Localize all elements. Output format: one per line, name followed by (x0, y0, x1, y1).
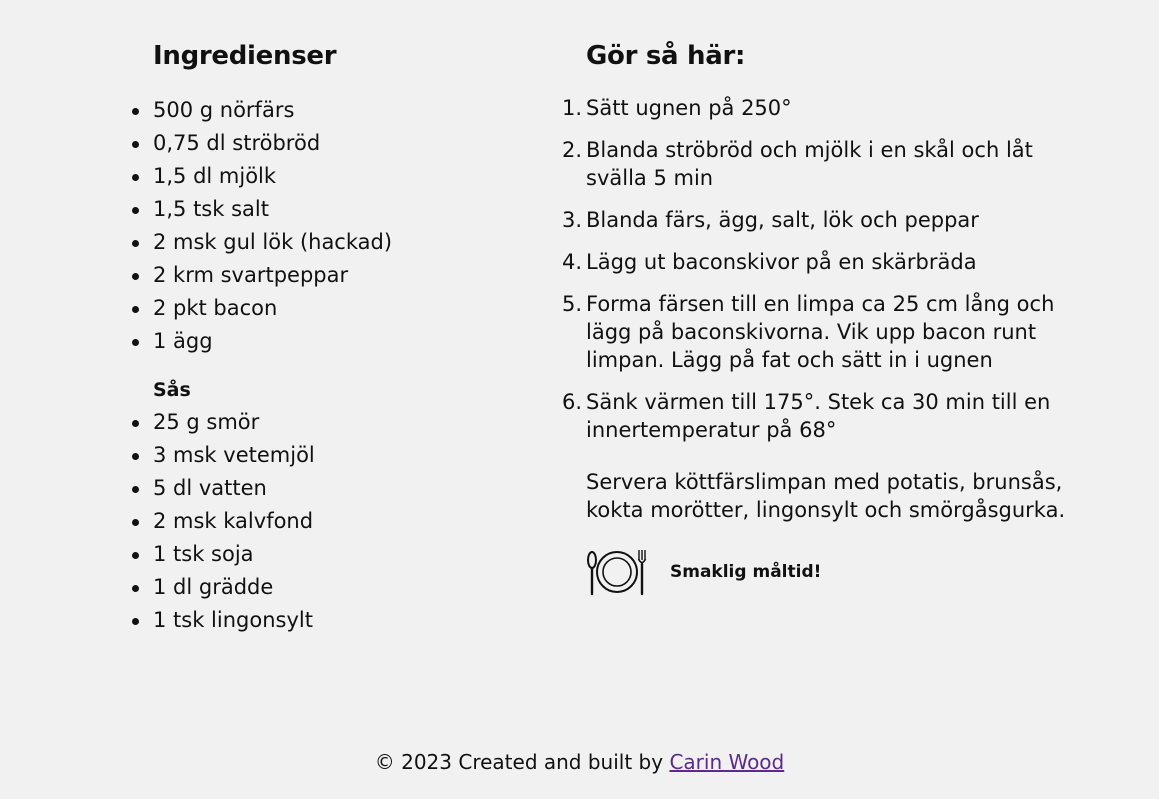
sauce-ingredient-item: 2 msk kalvfond (132, 505, 533, 538)
step-item: 3. Blanda färs, ägg, salt, lök och peppar (562, 206, 1086, 234)
sauce-ingredients-list: 25 g smör 3 msk vetemjöl 5 dl vatten 2 m… (132, 406, 533, 637)
ingredient-item: 1,5 tsk salt (132, 193, 533, 226)
step-number: 5. (561, 292, 582, 316)
ingredients-section: Ingredienser 500 g nörfärs 0,75 dl ströb… (132, 38, 533, 637)
sauce-ingredient-item: 1 tsk lingonsylt (132, 604, 533, 637)
step-text: Sänk värmen till 175°. Stek ca 30 min ti… (586, 390, 1051, 442)
author-link[interactable]: Carin Wood (669, 750, 784, 774)
step-item: 5. Forma färsen till en limpa ca 25 cm lå… (562, 290, 1086, 374)
plate-cutlery-icon (587, 550, 647, 596)
ingredients-list: 500 g nörfärs 0,75 dl ströbröd 1,5 dl mj… (132, 94, 533, 358)
instructions-title: Gör så här: (586, 41, 746, 71)
ingredient-item: 1,5 dl mjölk (132, 160, 533, 193)
sauce-ingredient-item: 1 tsk soja (132, 538, 533, 571)
footer-text: © 2023 Created and built by (374, 750, 670, 774)
step-number: 2. (561, 138, 582, 162)
sauce-ingredient-item: 1 dl grädde (132, 571, 533, 604)
step-number: 4. (561, 250, 582, 274)
step-item: 2. Blanda ströbröd och mjölk i en skål oc… (562, 136, 1086, 192)
ingredient-item: 2 msk gul lök (hackad) (132, 226, 533, 259)
sauce-ingredient-item: 3 msk vetemjöl (132, 439, 533, 472)
ingredient-item: 2 pkt bacon (132, 292, 533, 325)
bon-appetit-text: Smaklig måltid! (670, 562, 822, 582)
sauce-title: Sås (153, 379, 191, 401)
step-text: Sätt ugnen på 250° (586, 96, 792, 120)
bon-appetit: Smaklig måltid! (586, 546, 1086, 598)
step-number: 1. (561, 96, 582, 120)
step-text: Blanda färs, ägg, salt, lök och peppar (586, 208, 979, 232)
ingredient-item: 0,75 dl ströbröd (132, 127, 533, 160)
step-number: 6. (561, 390, 582, 414)
step-text: Blanda ströbröd och mjölk i en skål och … (586, 138, 1033, 190)
step-number: 3. (561, 208, 582, 232)
serving-suggestion: Servera köttfärslimpan med potatis, brun… (586, 470, 1066, 522)
recipe-page: Ingredienser 500 g nörfärs 0,75 dl ströb… (0, 0, 1159, 799)
step-text: Lägg ut baconskivor på en skärbräda (586, 250, 977, 274)
sauce-ingredient-item: 25 g smör (132, 406, 533, 439)
step-text: Forma färsen till en limpa ca 25 cm lång… (586, 292, 1055, 372)
instructions-section: Gör så här: 1. Sätt ugnen på 250° 2. Bland… (562, 38, 1086, 598)
ingredient-item: 2 krm svartpeppar (132, 259, 533, 292)
step-item: 4. Lägg ut baconskivor på en skärbräda (562, 248, 1086, 276)
sauce-ingredient-item: 5 dl vatten (132, 472, 533, 505)
ingredient-item: 500 g nörfärs (132, 94, 533, 127)
step-item: 1. Sätt ugnen på 250° (562, 94, 1086, 122)
ingredient-item: 1 ägg (132, 325, 533, 358)
steps-list: 1. Sätt ugnen på 250° 2. Blanda ströbröd o… (562, 94, 1086, 444)
step-item: 6. Sänk värmen till 175°. Stek ca 30 min … (562, 388, 1086, 444)
ingredients-title: Ingredienser (153, 41, 337, 71)
footer: © 2023 Created and built by Carin Wood (0, 750, 1159, 774)
